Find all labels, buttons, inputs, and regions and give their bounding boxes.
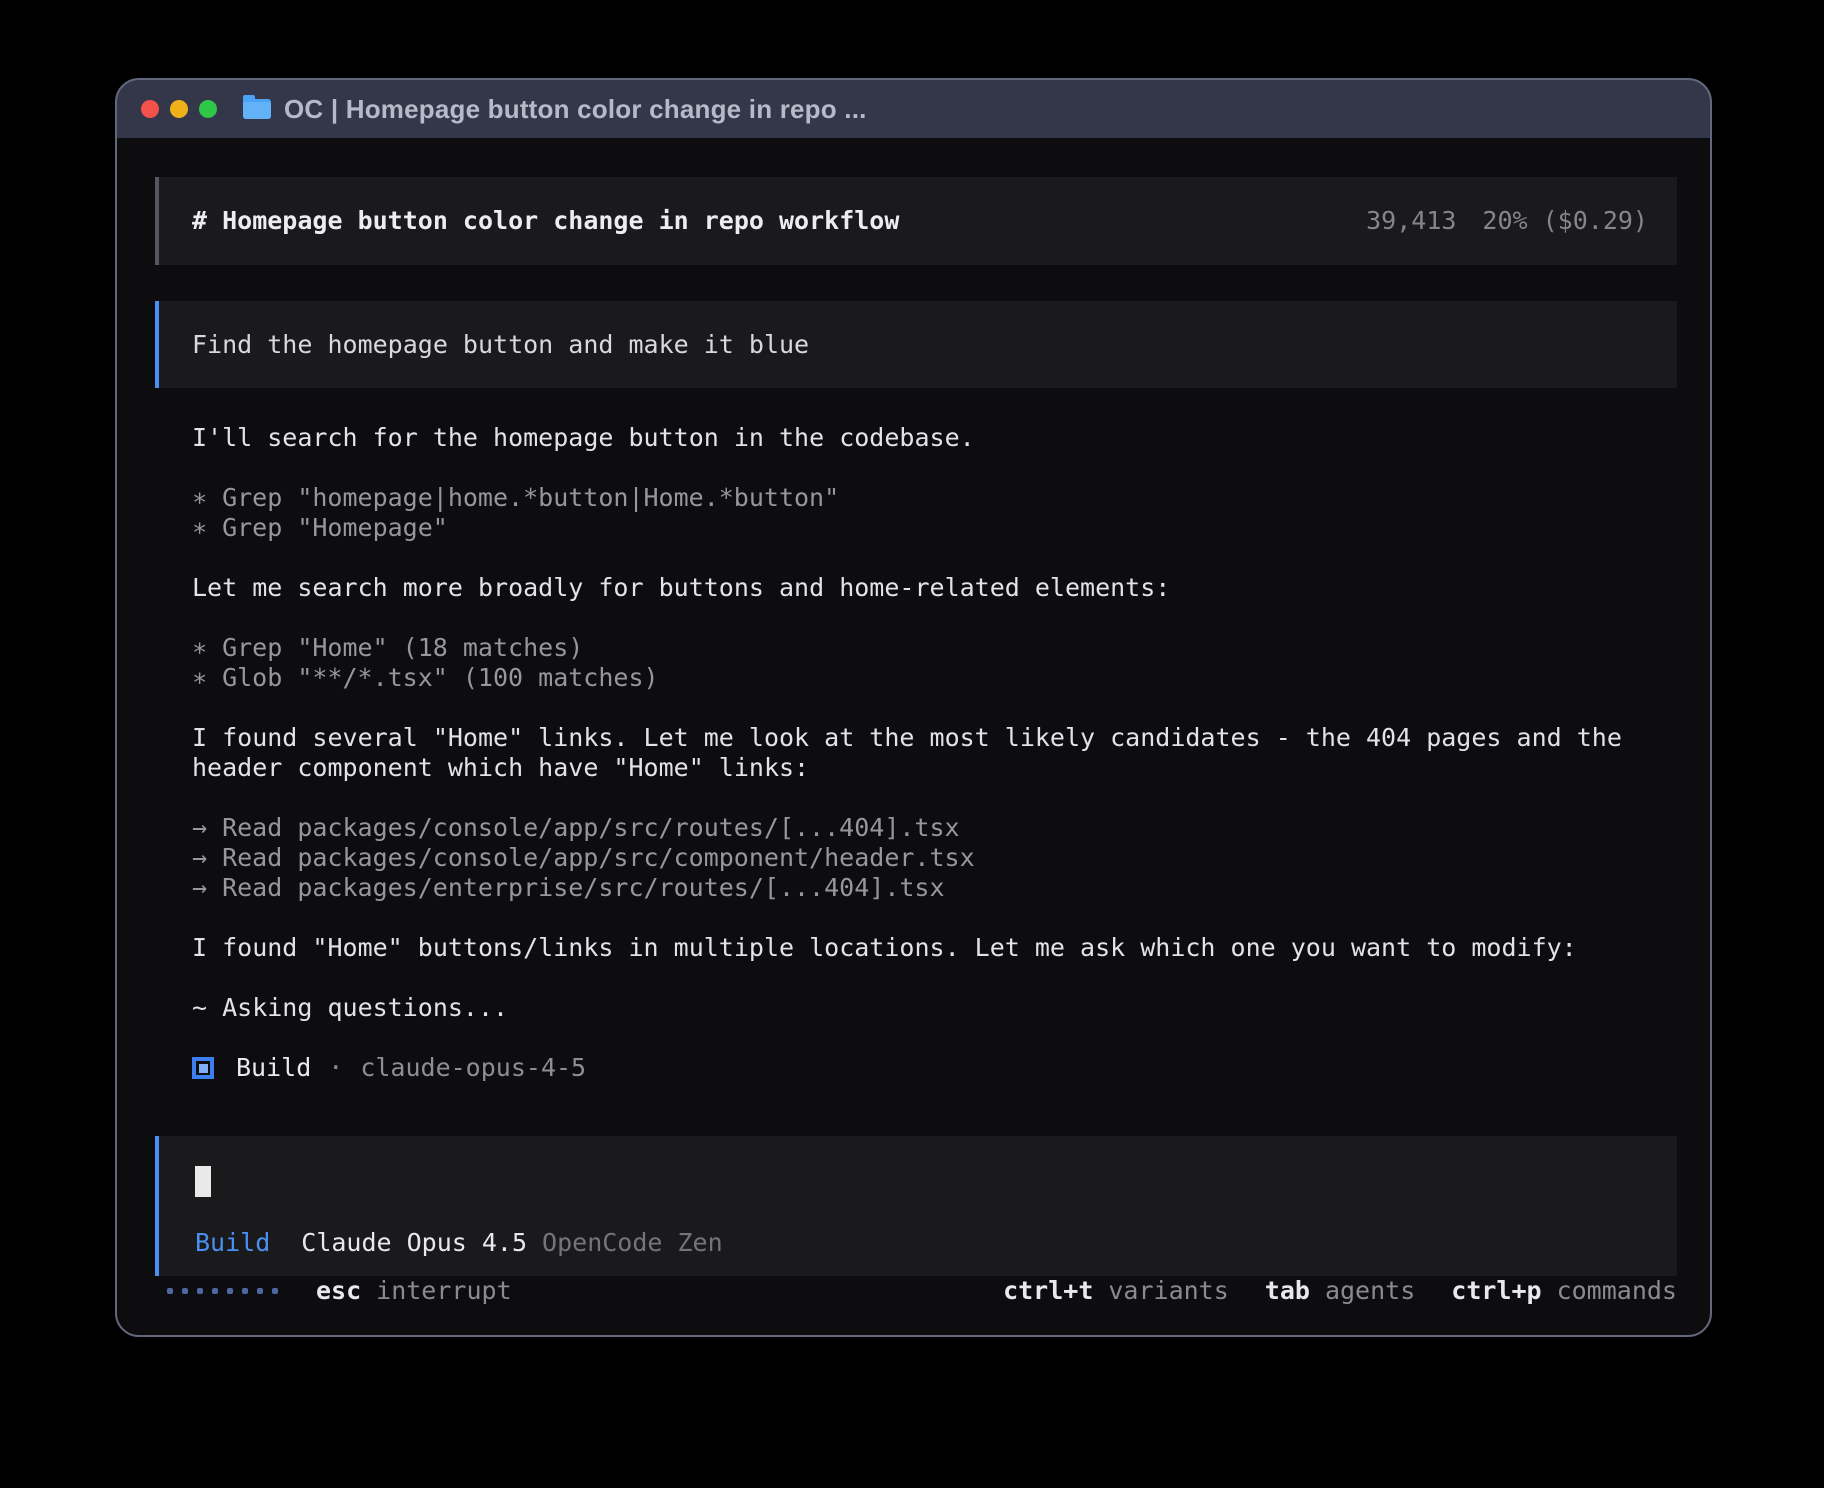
maximize-button[interactable] [199, 100, 217, 118]
status-bar: esc interrupt ctrl+t variants tab agents… [155, 1276, 1677, 1320]
tool-call-text: Grep "homepage|home.*button|Home.*button… [222, 483, 839, 512]
window-titlebar[interactable]: OC | Homepage button color change in rep… [117, 80, 1710, 138]
tool-call-text: Read packages/console/app/src/routes/[..… [222, 813, 960, 842]
tool-call-group: ∗ Grep "homepage|home.*button|Home.*butto… [192, 483, 1677, 543]
commands-label: commands [1557, 1276, 1677, 1306]
context-usage-cost: 20% ($0.29) [1482, 206, 1648, 236]
agent-mode-label[interactable]: Build [195, 1228, 270, 1258]
close-button[interactable] [141, 100, 159, 118]
asterisk-icon: ∗ [192, 483, 207, 513]
tool-call-glob: ∗ Glob "**/*.tsx" (100 matches) [192, 663, 1677, 693]
assistant-paragraph: I found several "Home" links. Let me loo… [192, 723, 1677, 783]
ctrl-t-key-label: ctrl+t [1003, 1276, 1093, 1306]
ctrl-p-key-label: ctrl+p [1451, 1276, 1541, 1306]
agents-label: agents [1325, 1276, 1415, 1306]
shortcut-agents: tab agents [1265, 1276, 1415, 1306]
progress-dots [167, 1288, 278, 1294]
assistant-response: I'll search for the homepage button in t… [155, 423, 1677, 1113]
assistant-paragraph: I'll search for the homepage button in t… [192, 423, 1677, 453]
session-metrics: 39,413 20% ($0.29) [1366, 206, 1648, 236]
window-title: OC | Homepage button color change in rep… [284, 94, 867, 125]
build-status-icon [192, 1057, 214, 1079]
tool-call-text: Grep "Home" (18 matches) [222, 633, 583, 662]
session-title: # Homepage button color change in repo w… [192, 206, 899, 236]
assistant-paragraph: I found "Home" buttons/links in multiple… [192, 933, 1677, 963]
shortcut-hints: ctrl+t variants tab agents ctrl+p comman… [1003, 1276, 1677, 1306]
tool-call-group: ∗ Grep "Home" (18 matches) ∗ Glob "**/*.ts… [192, 633, 1677, 693]
session-header: # Homepage button color change in repo w… [155, 177, 1677, 265]
user-message: Find the homepage button and make it blu… [155, 301, 1677, 388]
asterisk-icon: ∗ [192, 663, 207, 693]
tool-call-text: Glob "**/*.tsx" (100 matches) [222, 663, 659, 692]
tool-call-grep: ∗ Grep "Homepage" [192, 513, 1677, 543]
esc-key-label: esc [316, 1276, 361, 1306]
shortcut-variants: ctrl+t variants [1003, 1276, 1229, 1306]
tool-call-grep: ∗ Grep "Home" (18 matches) [192, 633, 1677, 663]
arrow-right-icon: → [192, 873, 207, 903]
tool-call-text: Read packages/enterprise/src/routes/[...… [222, 873, 944, 902]
tab-key-label: tab [1265, 1276, 1310, 1306]
model-name: Claude Opus 4.5 [301, 1228, 527, 1258]
input-meta-row: Build Claude Opus 4.5 OpenCode Zen [195, 1228, 1677, 1258]
tool-call-group: → Read packages/console/app/src/routes/[.… [192, 813, 1677, 903]
asterisk-icon: ∗ [192, 513, 207, 543]
prompt-input[interactable]: Build Claude Opus 4.5 OpenCode Zen [155, 1136, 1677, 1276]
arrow-right-icon: → [192, 843, 207, 873]
user-message-text: Find the homepage button and make it blu… [192, 330, 809, 360]
terminal-window: OC | Homepage button color change in rep… [115, 78, 1712, 1337]
model-id: claude-opus-4-5 [360, 1053, 586, 1083]
interrupt-label: interrupt [376, 1276, 511, 1306]
provider-name: OpenCode Zen [542, 1228, 723, 1258]
terminal-content: # Homepage button color change in repo w… [117, 138, 1710, 1336]
tool-call-grep: ∗ Grep "homepage|home.*button|Home.*butto… [192, 483, 1677, 513]
separator-dot: · [328, 1053, 343, 1083]
working-status: ~ Asking questions... [192, 993, 1677, 1023]
tool-call-text: Grep "Homepage" [222, 513, 448, 542]
asterisk-icon: ∗ [192, 633, 207, 663]
folder-icon [243, 99, 271, 119]
minimize-button[interactable] [170, 100, 188, 118]
interrupt-hint: esc interrupt [155, 1276, 512, 1306]
shortcut-commands: ctrl+p commands [1451, 1276, 1677, 1306]
agent-name: Build [236, 1053, 311, 1083]
variants-label: variants [1108, 1276, 1228, 1306]
agent-task-row: Build · claude-opus-4-5 [192, 1053, 1677, 1083]
tool-call-read: → Read packages/console/app/src/component… [192, 843, 1677, 873]
tool-call-read: → Read packages/console/app/src/routes/[.… [192, 813, 1677, 843]
traffic-lights [141, 100, 217, 118]
text-cursor [195, 1166, 211, 1197]
assistant-paragraph: Let me search more broadly for buttons a… [192, 573, 1677, 603]
desktop-background: OC | Homepage button color change in rep… [0, 0, 1824, 1488]
tool-call-read: → Read packages/enterprise/src/routes/[..… [192, 873, 1677, 903]
arrow-right-icon: → [192, 813, 207, 843]
token-count: 39,413 [1366, 206, 1456, 236]
tool-call-text: Read packages/console/app/src/component/… [222, 843, 975, 872]
